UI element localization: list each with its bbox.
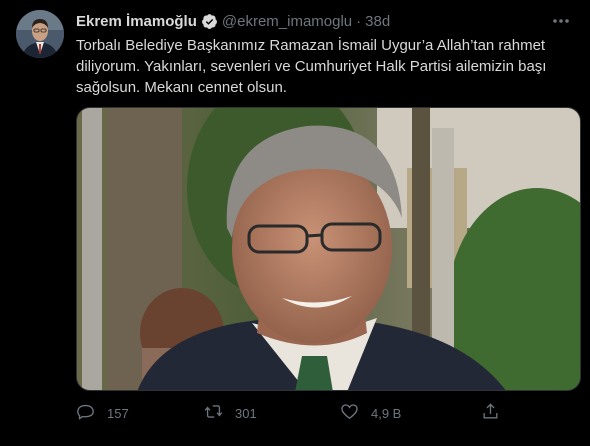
tweet-photo[interactable]: [76, 107, 581, 391]
retweet-icon: [204, 402, 223, 424]
reply-button[interactable]: 157: [76, 401, 129, 425]
share-button[interactable]: [481, 401, 500, 425]
reply-count: 157: [107, 405, 129, 421]
tweet-text-line: sağolsun. Mekanı cennet olsun.: [76, 79, 287, 96]
tweet-actions: 157 301 4,9 B: [76, 401, 516, 425]
verified-badge-icon: [201, 13, 218, 30]
tweet-text: Torbalı Belediye Başkanımız Ramazan İsma…: [76, 35, 576, 98]
tweet-header: Ekrem İmamoğlu @ekrem_imamoglu · 38d: [76, 10, 574, 32]
retweet-button[interactable]: 301: [204, 401, 257, 425]
tweet-timestamp[interactable]: 38d: [365, 13, 390, 30]
tweet-text-line: Torbalı Belediye Başkanımız Ramazan İsma…: [76, 37, 546, 54]
heart-icon: [340, 402, 359, 424]
author-handle[interactable]: @ekrem_imamoglu: [222, 13, 352, 30]
like-button[interactable]: 4,9 B: [340, 401, 401, 425]
tweet-text-line: diliyorum. Yakınları, sevenleri ve Cumhu…: [76, 58, 547, 75]
share-icon: [481, 402, 500, 424]
more-options-icon[interactable]: [550, 10, 572, 32]
author-display-name[interactable]: Ekrem İmamoğlu: [76, 13, 197, 30]
separator-dot: ·: [356, 12, 362, 30]
tweet[interactable]: Ekrem İmamoğlu @ekrem_imamoglu · 38d Tor…: [0, 0, 590, 446]
avatar[interactable]: [16, 10, 64, 58]
reply-icon: [76, 402, 95, 424]
like-count: 4,9 B: [371, 405, 402, 421]
retweet-count: 301: [235, 405, 257, 421]
